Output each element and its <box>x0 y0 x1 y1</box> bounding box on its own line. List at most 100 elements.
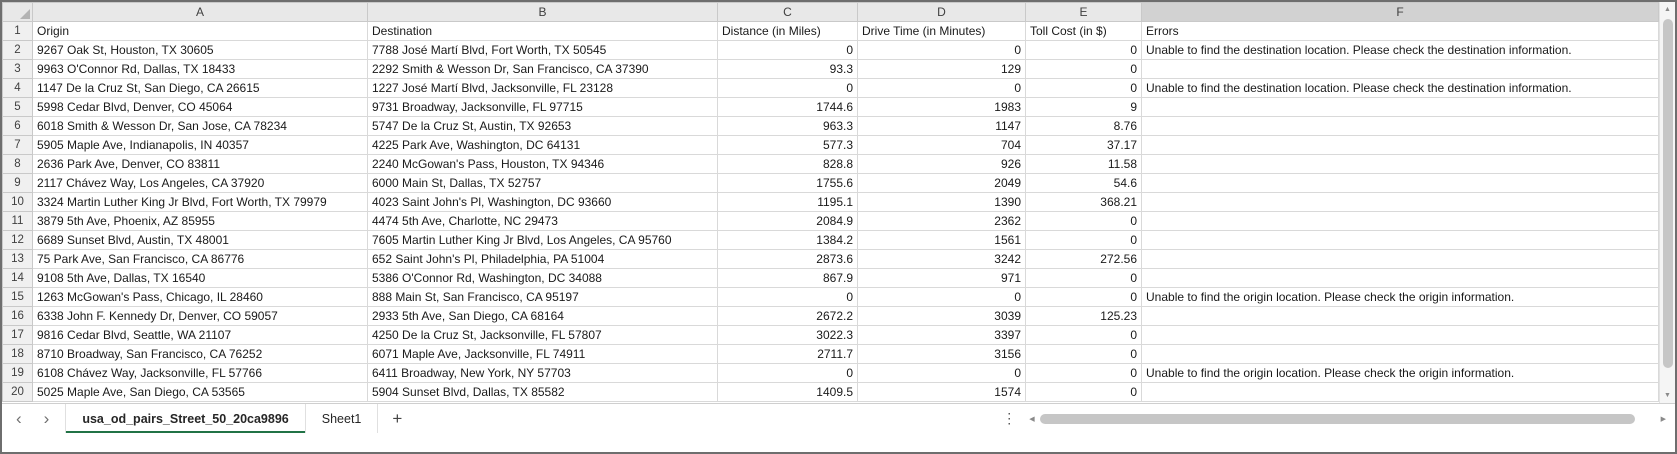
kebab-menu-icon[interactable]: ⋮ <box>992 410 1026 427</box>
cell-F7[interactable] <box>1142 136 1659 155</box>
cell-D14[interactable]: 971 <box>858 269 1026 288</box>
row-header-8[interactable]: 8 <box>3 155 33 174</box>
row-header-9[interactable]: 9 <box>3 174 33 193</box>
cell-F16[interactable] <box>1142 307 1659 326</box>
cell-F1[interactable]: Errors <box>1142 22 1659 41</box>
cell-F5[interactable] <box>1142 98 1659 117</box>
cell-D16[interactable]: 3039 <box>858 307 1026 326</box>
cell-B8[interactable]: 2240 McGowan's Pass, Houston, TX 94346 <box>368 155 718 174</box>
cell-D11[interactable]: 2362 <box>858 212 1026 231</box>
cell-A16[interactable]: 6338 John F. Kennedy Dr, Denver, CO 5905… <box>33 307 368 326</box>
scroll-left-icon[interactable]: ◀ <box>1026 415 1037 423</box>
cell-C18[interactable]: 2711.7 <box>718 345 858 364</box>
row-header-14[interactable]: 14 <box>3 269 33 288</box>
cell-A14[interactable]: 9108 5th Ave, Dallas, TX 16540 <box>33 269 368 288</box>
column-header-C[interactable]: C <box>718 3 858 22</box>
row-header-7[interactable]: 7 <box>3 136 33 155</box>
cell-F18[interactable] <box>1142 345 1659 364</box>
cell-C17[interactable]: 3022.3 <box>718 326 858 345</box>
row-header-13[interactable]: 13 <box>3 250 33 269</box>
cell-C8[interactable]: 828.8 <box>718 155 858 174</box>
cell-B9[interactable]: 6000 Main St, Dallas, TX 52757 <box>368 174 718 193</box>
cell-A6[interactable]: 6018 Smith & Wesson Dr, San Jose, CA 782… <box>33 117 368 136</box>
cell-D3[interactable]: 129 <box>858 60 1026 79</box>
cell-B12[interactable]: 7605 Martin Luther King Jr Blvd, Los Ang… <box>368 231 718 250</box>
cell-C2[interactable]: 0 <box>718 41 858 60</box>
cell-E8[interactable]: 11.58 <box>1026 155 1142 174</box>
cell-E20[interactable]: 0 <box>1026 383 1142 402</box>
cell-D5[interactable]: 1983 <box>858 98 1026 117</box>
cell-E10[interactable]: 368.21 <box>1026 193 1142 212</box>
cell-E19[interactable]: 0 <box>1026 364 1142 383</box>
row-header-1[interactable]: 1 <box>3 22 33 41</box>
row-header-16[interactable]: 16 <box>3 307 33 326</box>
cell-E15[interactable]: 0 <box>1026 288 1142 307</box>
cell-F8[interactable] <box>1142 155 1659 174</box>
cell-B16[interactable]: 2933 5th Ave, San Diego, CA 68164 <box>368 307 718 326</box>
cell-C15[interactable]: 0 <box>718 288 858 307</box>
cell-E4[interactable]: 0 <box>1026 79 1142 98</box>
cell-A10[interactable]: 3324 Martin Luther King Jr Blvd, Fort Wo… <box>33 193 368 212</box>
cell-B20[interactable]: 5904 Sunset Blvd, Dallas, TX 85582 <box>368 383 718 402</box>
cell-B13[interactable]: 652 Saint John's Pl, Philadelphia, PA 51… <box>368 250 718 269</box>
cell-C3[interactable]: 93.3 <box>718 60 858 79</box>
row-header-4[interactable]: 4 <box>3 79 33 98</box>
vertical-scroll-track[interactable] <box>1660 17 1675 388</box>
cell-B11[interactable]: 4474 5th Ave, Charlotte, NC 29473 <box>368 212 718 231</box>
column-header-F[interactable]: F <box>1142 3 1659 22</box>
scroll-right-icon[interactable]: ▶ <box>1658 415 1669 423</box>
cell-D12[interactable]: 1561 <box>858 231 1026 250</box>
cell-A17[interactable]: 9816 Cedar Blvd, Seattle, WA 21107 <box>33 326 368 345</box>
cell-C13[interactable]: 2873.6 <box>718 250 858 269</box>
cell-F15[interactable]: Unable to find the origin location. Plea… <box>1142 288 1659 307</box>
cell-D15[interactable]: 0 <box>858 288 1026 307</box>
cell-D10[interactable]: 1390 <box>858 193 1026 212</box>
cell-E3[interactable]: 0 <box>1026 60 1142 79</box>
cell-F17[interactable] <box>1142 326 1659 345</box>
cell-F3[interactable] <box>1142 60 1659 79</box>
cell-C4[interactable]: 0 <box>718 79 858 98</box>
cell-C7[interactable]: 577.3 <box>718 136 858 155</box>
cell-A12[interactable]: 6689 Sunset Blvd, Austin, TX 48001 <box>33 231 368 250</box>
cell-B2[interactable]: 7788 José Martí Blvd, Fort Worth, TX 505… <box>368 41 718 60</box>
cell-D2[interactable]: 0 <box>858 41 1026 60</box>
cell-F6[interactable] <box>1142 117 1659 136</box>
row-header-12[interactable]: 12 <box>3 231 33 250</box>
cell-A3[interactable]: 9963 O'Connor Rd, Dallas, TX 18433 <box>33 60 368 79</box>
cell-B1[interactable]: Destination <box>368 22 718 41</box>
cell-B19[interactable]: 6411 Broadway, New York, NY 57703 <box>368 364 718 383</box>
cell-E12[interactable]: 0 <box>1026 231 1142 250</box>
row-header-5[interactable]: 5 <box>3 98 33 117</box>
cell-A20[interactable]: 5025 Maple Ave, San Diego, CA 53565 <box>33 383 368 402</box>
cell-C11[interactable]: 2084.9 <box>718 212 858 231</box>
cell-B3[interactable]: 2292 Smith & Wesson Dr, San Francisco, C… <box>368 60 718 79</box>
cell-A4[interactable]: 1147 De la Cruz St, San Diego, CA 26615 <box>33 79 368 98</box>
row-header-3[interactable]: 3 <box>3 60 33 79</box>
cell-D18[interactable]: 3156 <box>858 345 1026 364</box>
cell-C6[interactable]: 963.3 <box>718 117 858 136</box>
cell-F14[interactable] <box>1142 269 1659 288</box>
cell-C16[interactable]: 2672.2 <box>718 307 858 326</box>
scroll-down-icon[interactable]: ▼ <box>1660 388 1675 403</box>
cell-B15[interactable]: 888 Main St, San Francisco, CA 95197 <box>368 288 718 307</box>
cell-A19[interactable]: 6108 Chávez Way, Jacksonville, FL 57766 <box>33 364 368 383</box>
column-header-B[interactable]: B <box>368 3 718 22</box>
cell-B5[interactable]: 9731 Broadway, Jacksonville, FL 97715 <box>368 98 718 117</box>
cell-D6[interactable]: 1147 <box>858 117 1026 136</box>
column-header-A[interactable]: A <box>33 3 368 22</box>
cell-C10[interactable]: 1195.1 <box>718 193 858 212</box>
cell-F20[interactable] <box>1142 383 1659 402</box>
cell-D4[interactable]: 0 <box>858 79 1026 98</box>
cell-F4[interactable]: Unable to find the destination location.… <box>1142 79 1659 98</box>
next-sheet-button[interactable]: › <box>44 410 50 427</box>
cell-F11[interactable] <box>1142 212 1659 231</box>
cell-C1[interactable]: Distance (in Miles) <box>718 22 858 41</box>
cell-A5[interactable]: 5998 Cedar Blvd, Denver, CO 45064 <box>33 98 368 117</box>
cell-B7[interactable]: 4225 Park Ave, Washington, DC 64131 <box>368 136 718 155</box>
vertical-scrollbar[interactable]: ▲ ▼ <box>1659 2 1675 403</box>
scroll-up-icon[interactable]: ▲ <box>1660 2 1675 17</box>
horizontal-scrollbar[interactable]: ◀ ▶ <box>1026 413 1669 425</box>
row-header-10[interactable]: 10 <box>3 193 33 212</box>
sheet-tab-sheet1[interactable]: Sheet1 <box>306 404 379 433</box>
row-header-18[interactable]: 18 <box>3 345 33 364</box>
